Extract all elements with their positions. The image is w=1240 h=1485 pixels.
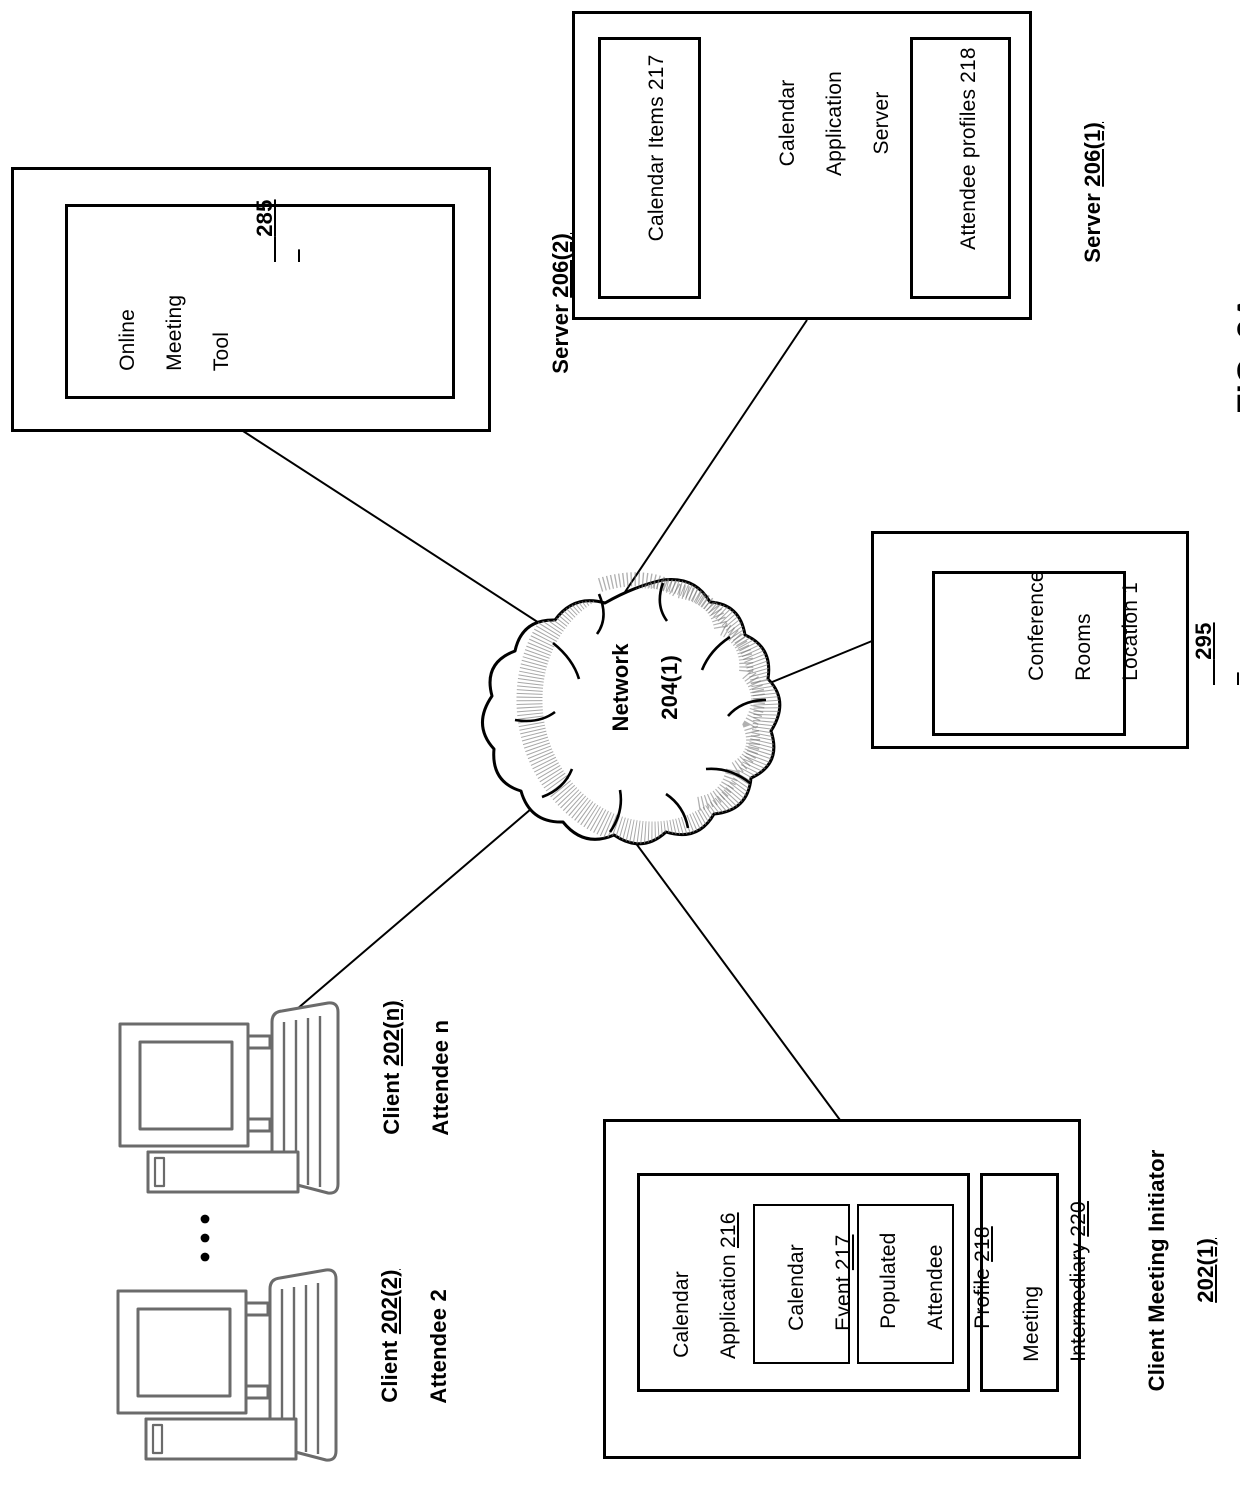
attendee-profiles-218-label: Attendee profiles 218 [956, 47, 980, 250]
online-meeting-tool-label: Online Meeting Tool [115, 294, 233, 372]
server-206-1-caption: Server 206(1) [1079, 121, 1105, 263]
client-202-2-caption: Client 202(2) Attendee 2 [376, 1269, 451, 1404]
connector-server2061-to-network [624, 319, 808, 593]
calendar-application-216-label: Calendar Application 216 [669, 1212, 740, 1360]
meeting-intermediary-220-label: Meeting Intermediary 220 [1019, 1201, 1090, 1362]
conference-rooms-location-1-label: Conference Rooms Location 1 [1024, 570, 1142, 681]
calendar-application-server-label: Calendar Application Server [775, 71, 893, 176]
server-206-2-caption: Server 206(2) [547, 232, 573, 374]
clients-ellipsis [200, 1214, 210, 1262]
online-meeting-tool-ref: 285 [251, 199, 277, 237]
computer-icon-attendee-2 [116, 1268, 338, 1462]
figure-label: FIG. 2A [1231, 295, 1240, 415]
client-meeting-initiator-caption: Client Meeting Initiator 202(1) [1143, 1149, 1218, 1392]
connector-server2062-to-network [242, 430, 571, 644]
connector-clientn-to-network [282, 796, 546, 1022]
figure-2a-diagram: Calendar Items 217 Attendee profiles 218… [0, 0, 1240, 1485]
connector-initiator-to-network [617, 818, 841, 1121]
populated-attendee-profile-218-label: Populated Attendee Profile 218 [876, 1226, 994, 1331]
network-label: Network 204(1) [607, 643, 682, 732]
client-202-n-caption: Client 202(n) Attendee n [378, 1000, 453, 1136]
computer-icon-attendee-n [118, 1001, 340, 1195]
calendar-items-217-label: Calendar Items 217 [644, 54, 668, 242]
server-206-3-caption: Server 206 (3) [1236, 558, 1240, 706]
